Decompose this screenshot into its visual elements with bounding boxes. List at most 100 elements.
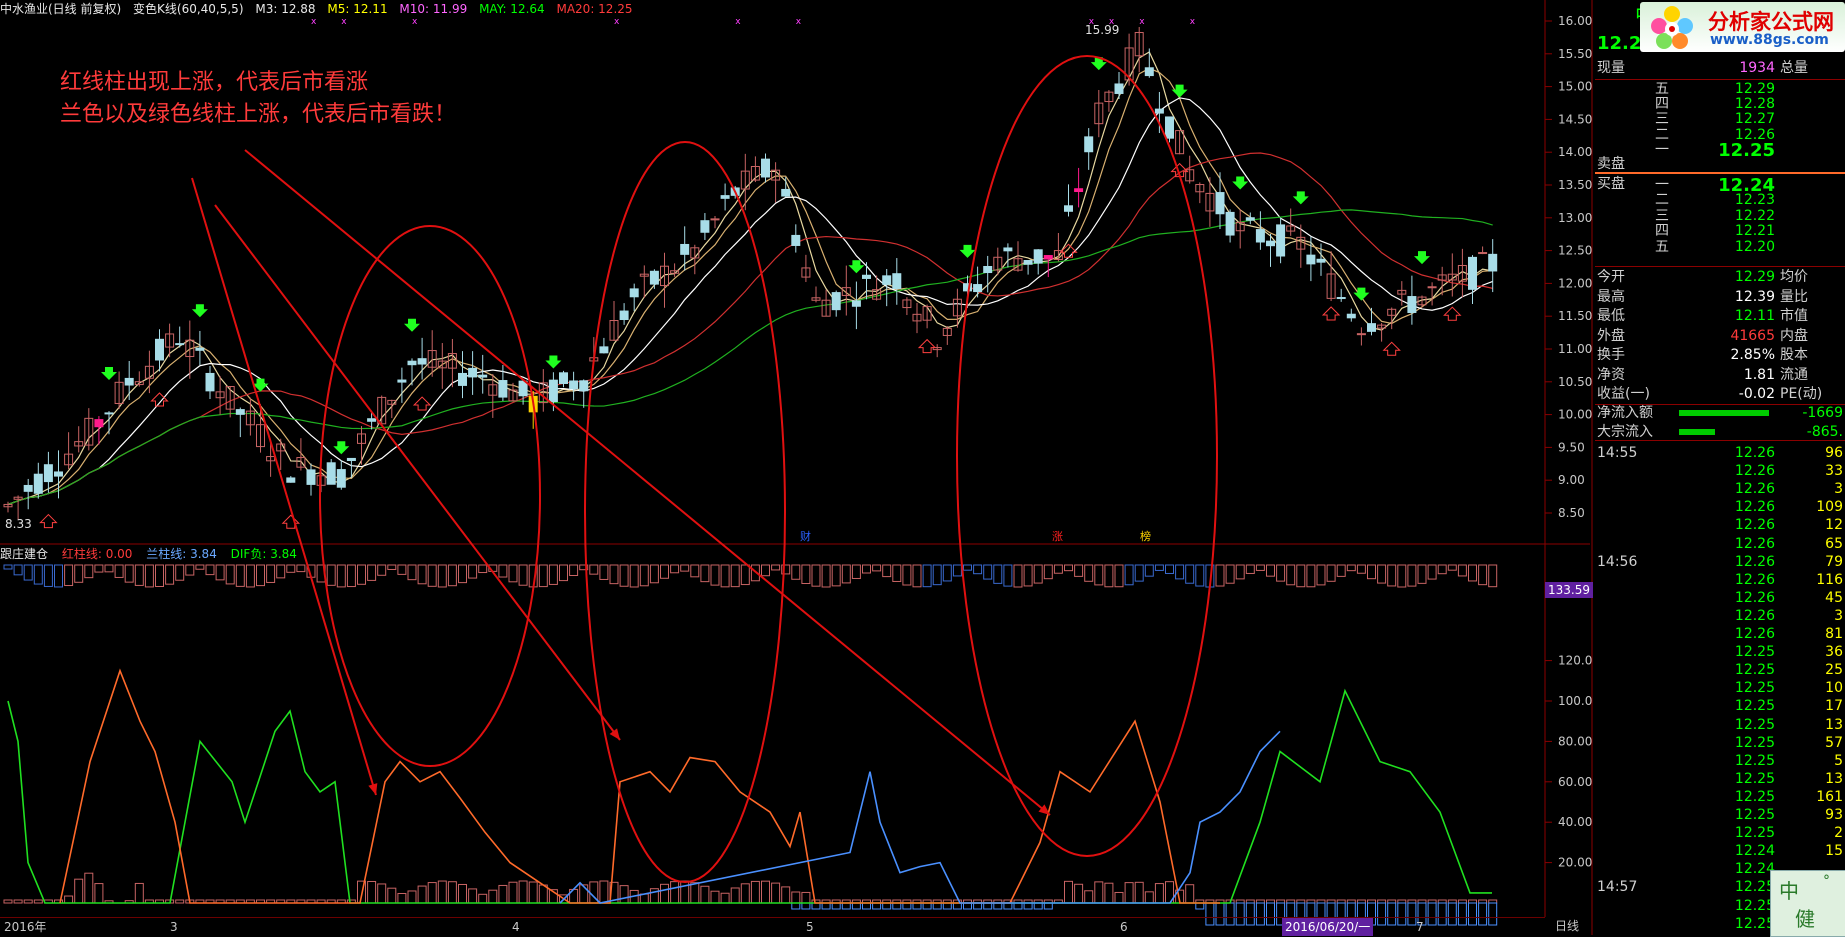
- indicator-top-bar: [1185, 564, 1195, 584]
- indicator-red-bar: [498, 884, 508, 904]
- indicator-top-bar: [1043, 564, 1053, 580]
- tick-price: 12.25: [1734, 734, 1775, 751]
- flower-icon: [1651, 6, 1693, 49]
- tick-volume: 57: [1825, 734, 1843, 751]
- indicator-top-bar: [245, 564, 255, 588]
- indicator-top-bar: [1437, 564, 1447, 575]
- candle-body: [1367, 323, 1376, 332]
- tick-price: 12.26: [1734, 571, 1775, 588]
- indicator-red-bar: [1124, 882, 1134, 904]
- indicator-red-bar: [3, 899, 13, 904]
- period-label[interactable]: 日线: [1555, 917, 1579, 935]
- indicator-red-bar: [447, 881, 457, 904]
- price-tick-label: 11.00: [1558, 342, 1592, 356]
- total-vol-label: 总量: [1780, 60, 1808, 76]
- indicator-top-bar: [831, 564, 841, 587]
- stock-title[interactable]: 中水渔业(日线 前复权): [0, 2, 121, 16]
- indicator-top-bar: [1468, 564, 1477, 582]
- indicator-top-bar: [740, 564, 750, 586]
- annotation-arrow-line: [191, 177, 377, 796]
- tick-time: 14:56: [1597, 553, 1638, 570]
- indicator-blue-bar: [942, 902, 952, 910]
- indicator-top-bar: [629, 564, 639, 588]
- kline-chart-canvas[interactable]: 16.0015.5015.0014.5014.0013.5013.0012.50…: [0, 0, 1845, 935]
- tick-time: 14:57: [1597, 879, 1638, 896]
- price-tick-label: 8.50: [1558, 506, 1585, 520]
- candle-body: [104, 412, 114, 415]
- candle-body: [155, 338, 164, 361]
- indicator-top-bar: [144, 564, 154, 588]
- tick-price: 12.26: [1734, 589, 1775, 606]
- tick-volume: 161: [1816, 788, 1843, 805]
- tick-volume: 96: [1825, 445, 1843, 461]
- indicator-red-bar: [427, 882, 437, 904]
- candle-body: [478, 374, 488, 378]
- indicator-name[interactable]: 跟庄建仓: [0, 547, 48, 561]
- candle-body: [579, 380, 589, 392]
- sell-arrow-icon: [1443, 306, 1462, 321]
- indicator-top-bar: [427, 564, 437, 587]
- candle-body: [1255, 229, 1265, 243]
- buy-arrow-icon: [959, 244, 976, 258]
- indicator-blue-bar: [801, 902, 811, 910]
- indicator-top-bar: [710, 564, 720, 586]
- candle-body: [1064, 205, 1073, 212]
- chart-info-bar: 中水渔业(日线 前复权) 变色K线(60,40,5,5) M3: 12.88 M…: [0, 0, 1590, 18]
- indicator-top-bar: [538, 564, 548, 588]
- tick-price: 12.25: [1734, 662, 1775, 679]
- tick-price: 12.25: [1734, 788, 1775, 805]
- price-tick-label: 10.50: [1558, 375, 1592, 389]
- indicator-blue-bar: [821, 902, 831, 910]
- annotation-arrow-head-icon: [368, 783, 378, 795]
- chart-marker: 涨: [1052, 530, 1063, 543]
- candle-body: [1144, 67, 1154, 77]
- indicator-red-bar: [518, 880, 528, 904]
- price-tick-label: 15.50: [1558, 47, 1592, 61]
- indicator-top-bar: [1255, 564, 1265, 571]
- candle-body: [235, 409, 245, 415]
- candle-body: [23, 484, 33, 492]
- buy-arrow-icon: [404, 318, 420, 332]
- stat-label-2: 均价: [1780, 269, 1808, 285]
- indicator-top-bar: [952, 564, 962, 577]
- top-marker-icon: x: [796, 17, 802, 27]
- net-inflow-label: 净流入额: [1597, 405, 1653, 421]
- corner-widget[interactable]: 中 ° 健: [1770, 870, 1845, 937]
- candle-body: [983, 266, 993, 274]
- indicator-top-bar: [266, 564, 276, 583]
- bid-price[interactable]: 12.20: [1705, 238, 1775, 257]
- indicator-top-bar: [346, 564, 356, 588]
- indicator-top-bar: [1175, 564, 1185, 580]
- indicator-top-bar: [589, 564, 599, 575]
- indicator-title[interactable]: 变色K线(60,40,5,5): [133, 2, 244, 16]
- top-marker-icon: x: [311, 17, 317, 27]
- candle-body: [710, 218, 720, 221]
- candle-body: [175, 343, 185, 346]
- candle-body: [346, 457, 356, 462]
- corner-char-2: 健: [1795, 907, 1815, 931]
- tick-time: 14:55: [1597, 445, 1638, 461]
- sell-arrow-icon: [412, 396, 432, 411]
- indicator-top-bar: [23, 564, 33, 581]
- indicator-blue-bar: [963, 902, 972, 910]
- stat-value: -0.02: [1738, 386, 1775, 402]
- stat-label-2: 市值: [1780, 308, 1808, 324]
- indicator-top-bar: [1245, 564, 1255, 574]
- sell-arrow-icon: [1382, 341, 1401, 356]
- indicator-blue-bar: [1013, 902, 1023, 910]
- price-tick-label: 9.50: [1558, 440, 1585, 454]
- candle-body: [1478, 252, 1488, 255]
- indicator-top-bar: [1134, 564, 1144, 582]
- sell-arrow-icon: [1321, 306, 1341, 321]
- tick-price: 12.25: [1734, 698, 1775, 715]
- indicator-top-bar: [1124, 564, 1134, 586]
- indicator-top-bar: [84, 564, 94, 579]
- stat-label-2: 内盘: [1780, 327, 1808, 344]
- indicator-top-bar: [43, 564, 53, 587]
- indicator-top-bar: [1407, 564, 1417, 587]
- indicator-tick-label: 20.00: [1558, 856, 1592, 870]
- tick-price: 12.26: [1734, 553, 1775, 570]
- sell-arrow-icon: [150, 392, 169, 407]
- annotation-drawings: [191, 55, 1218, 883]
- indicator-top-bar: [841, 564, 851, 584]
